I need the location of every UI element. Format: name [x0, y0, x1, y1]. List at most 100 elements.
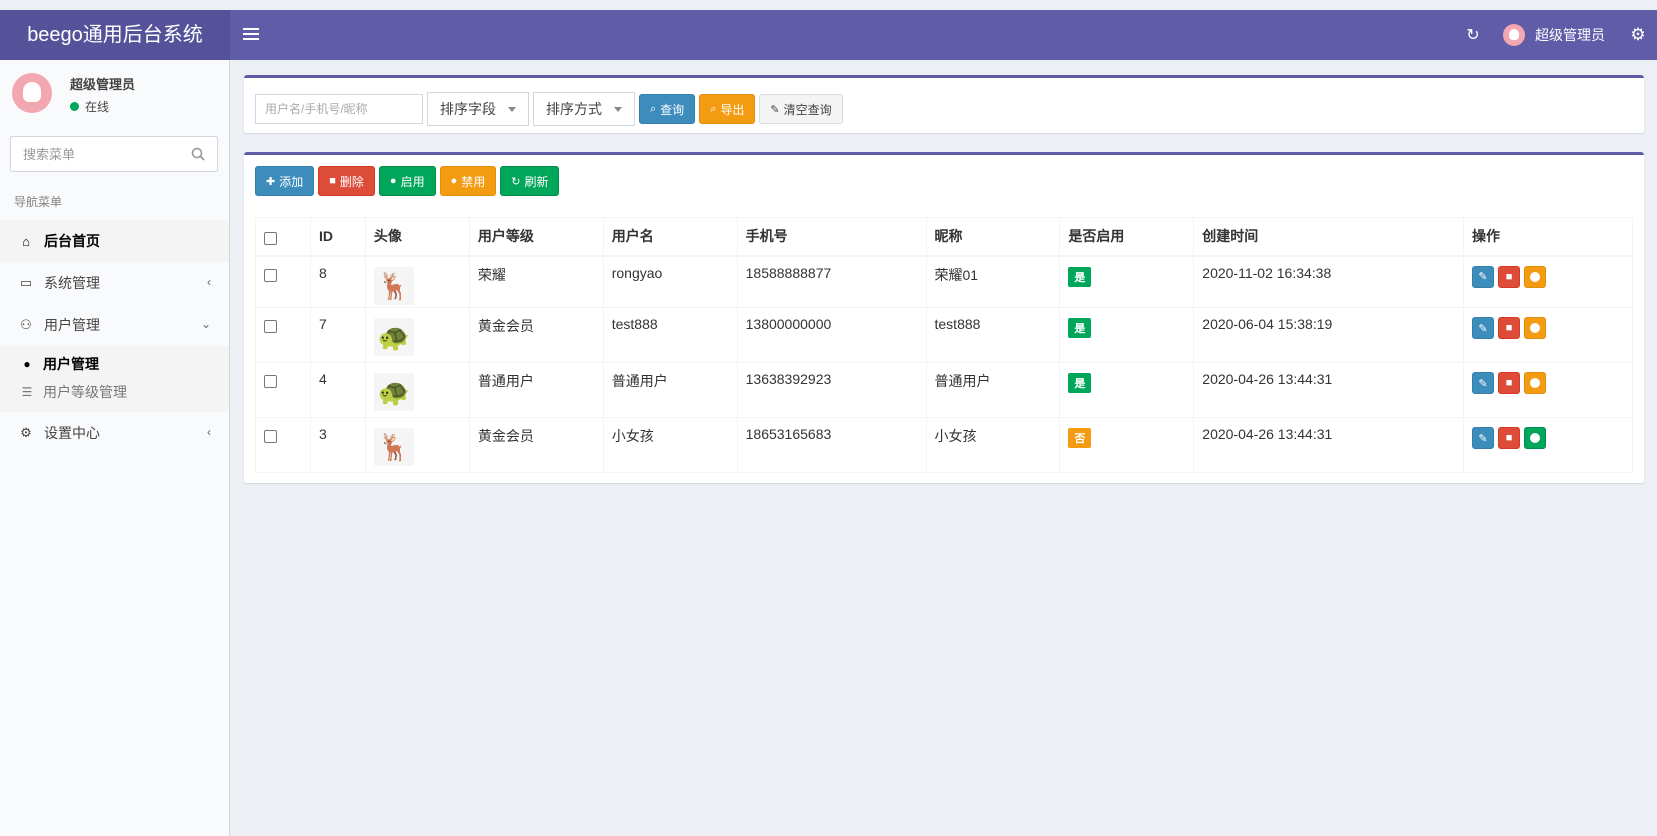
disable-button[interactable]: ● 禁用	[439, 166, 497, 196]
refresh-icon[interactable]: ↻	[1453, 25, 1493, 45]
sidebar-toggle-icon[interactable]	[243, 25, 259, 45]
row-checkbox[interactable]	[264, 430, 277, 443]
sidebar-item-settings[interactable]: ⚙ 设置中心 ‹	[0, 412, 229, 454]
sidebar-item-label: 用户管理	[44, 317, 100, 333]
trash-icon[interactable]: ■	[1498, 372, 1521, 394]
sort-order-select[interactable]: 排序方式	[533, 92, 635, 126]
turtle-avatar-image[interactable]: 🐢	[373, 318, 414, 356]
cell-created: 2020-04-26 13:44:31	[1193, 417, 1465, 473]
cell-avatar: 🐢	[364, 307, 470, 363]
sidebar-item-system[interactable]: ▭ 系统管理 ‹	[0, 262, 229, 304]
column-header[interactable]: 手机号	[736, 217, 927, 257]
row-select-cell	[255, 362, 311, 418]
cell-avatar: 🐢	[364, 362, 470, 418]
row-select-cell	[255, 307, 311, 363]
chevron-left-icon: ‹	[207, 275, 211, 289]
turtle-avatar-image[interactable]: 🐢	[373, 373, 414, 411]
clear-query-button[interactable]: ✎ 清空查询	[759, 94, 843, 124]
column-header[interactable]: 是否启用	[1059, 217, 1195, 257]
trash-icon[interactable]: ■	[1498, 265, 1521, 288]
table-row[interactable]: 3 🦌 黄金会员 小女孩 18653165683 小女孩 否 2020-04-2…	[255, 417, 1633, 473]
refresh-button-label: 刷新	[524, 174, 549, 189]
cell-actions: ✎ ■	[1463, 417, 1633, 473]
edit-icon[interactable]: ✎	[1472, 427, 1495, 449]
users-table: ID 头像 用户等级 用户名 手机号 昵称 是否启用 创建时间 操作 8 🦌 荣…	[255, 217, 1633, 473]
edit-icon[interactable]: ✎	[1472, 265, 1495, 288]
column-header[interactable]: 昵称	[925, 217, 1061, 257]
gears-icon: ⚙	[20, 425, 32, 440]
sort-field-select[interactable]: 排序字段	[427, 92, 529, 126]
refresh-button[interactable]: ↻ 刷新	[500, 166, 560, 196]
row-checkbox[interactable]	[264, 320, 277, 333]
query-button[interactable]: ⌕ 查询	[639, 94, 696, 124]
column-header[interactable]: 用户等级	[468, 217, 604, 257]
users-icon: ⚇	[20, 317, 32, 332]
export-button-label: 导出	[720, 102, 745, 117]
trash-icon[interactable]: ■	[1498, 427, 1521, 449]
home-icon: ⌂	[22, 233, 30, 249]
disable-toggle-icon[interactable]	[1524, 265, 1547, 288]
edit-icon[interactable]: ✎	[1472, 372, 1495, 394]
column-header[interactable]: 用户名	[602, 217, 738, 257]
disable-button-label: 禁用	[461, 174, 486, 189]
query-button-label: 查询	[660, 102, 685, 117]
deer-avatar-image[interactable]: 🦌	[373, 428, 414, 466]
column-header: 头像	[364, 217, 470, 257]
user-panel-name: 超级管理员	[70, 77, 136, 92]
user-menu[interactable]: 超级管理员	[1503, 24, 1605, 46]
cell-phone: 18588888877	[736, 255, 927, 308]
filter-form: 排序字段 排序方式 ⌕ 查询 ⌕ 导出 ✎ 清空查询	[255, 92, 847, 126]
user-icon: ●	[23, 357, 31, 371]
avatar	[12, 73, 52, 113]
cell-username: rongyao	[602, 255, 738, 308]
delete-button[interactable]: ■ 删除	[318, 166, 375, 196]
search-icon[interactable]	[191, 147, 205, 161]
table-row[interactable]: 8 🦌 荣耀 rongyao 18588888877 荣耀01 是 2020-1…	[255, 255, 1633, 308]
export-button[interactable]: ⌕ 导出	[699, 94, 756, 124]
cell-username: test888	[602, 307, 738, 363]
disable-toggle-icon[interactable]	[1524, 372, 1547, 394]
sidebar-subitem-user-management[interactable]: ● 用户管理	[0, 350, 229, 378]
column-header[interactable]: 创建时间	[1193, 217, 1465, 257]
deer-avatar-image[interactable]: 🦌	[373, 266, 414, 305]
column-header: 操作	[1463, 217, 1633, 257]
select-all-checkbox[interactable]	[264, 232, 277, 246]
enable-toggle-icon[interactable]	[1524, 427, 1547, 449]
sidebar-item-users[interactable]: ⚇ 用户管理 ⌄	[0, 304, 229, 346]
user-panel: 超级管理员 在线	[0, 60, 229, 130]
row-checkbox[interactable]	[264, 375, 277, 388]
online-status: 在线	[70, 98, 109, 115]
eraser-icon: ✎	[770, 103, 780, 116]
cell-id: 3	[309, 417, 366, 473]
select-all-cell	[255, 217, 311, 257]
cell-username: 普通用户	[602, 362, 738, 418]
trash-icon[interactable]: ■	[1498, 317, 1521, 339]
sidebar-item-home[interactable]: ⌂ 后台首页	[0, 220, 229, 262]
plus-icon: ✚	[266, 175, 276, 188]
keyword-input[interactable]	[255, 94, 423, 124]
cell-enabled: 否	[1059, 417, 1195, 473]
disable-toggle-icon[interactable]	[1524, 317, 1547, 339]
enable-button[interactable]: ● 启用	[378, 166, 436, 196]
sort-order-value: 排序方式	[546, 101, 602, 117]
sidebar-subitem-label: 用户等级管理	[43, 384, 127, 400]
sidebar-subitem-user-levels[interactable]: ☰ 用户等级管理	[0, 378, 229, 406]
sidebar-item-label: 设置中心	[44, 425, 100, 441]
table-row[interactable]: 7 🐢 黄金会员 test888 13800000000 test888 是 2…	[255, 307, 1633, 363]
avatar	[1503, 24, 1525, 46]
row-actions: ✎ ■	[1472, 317, 1624, 339]
app-logo[interactable]: beego通用后台系统	[0, 10, 230, 60]
gears-icon[interactable]: ⚙	[1625, 25, 1651, 45]
clear-query-button-label: 清空查询	[783, 102, 832, 117]
delete-button-label: 删除	[339, 174, 364, 189]
user-menu-name: 超级管理员	[1535, 27, 1605, 43]
sidebar-item-label: 系统管理	[44, 275, 100, 291]
column-header[interactable]: ID	[309, 217, 366, 257]
add-button[interactable]: ✚ 添加	[255, 166, 315, 196]
menu-search-input[interactable]	[11, 137, 181, 171]
row-checkbox[interactable]	[264, 268, 277, 282]
cell-avatar: 🦌	[364, 417, 470, 473]
edit-icon[interactable]: ✎	[1472, 317, 1495, 339]
table-row[interactable]: 4 🐢 普通用户 普通用户 13638392923 普通用户 是 2020-04…	[255, 362, 1633, 418]
navbar-right: ↻ 超级管理员 ⚙	[1453, 10, 1657, 60]
